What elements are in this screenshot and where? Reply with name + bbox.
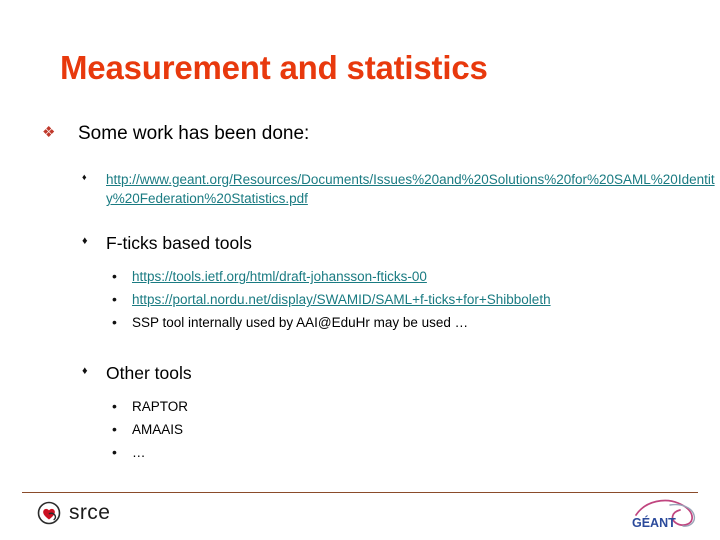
list-item-geant-pdf-link: ♦ http://www.geant.org/Resources/Documen…	[0, 170, 720, 208]
geant-logo-label: GÉANT	[632, 515, 676, 530]
small-diamond-bullet-icon: ♦	[82, 235, 88, 248]
other-tools-sublist: • RAPTOR • AMAAIS • …	[0, 398, 720, 462]
list-item-fticks-heading: ♦ F-ticks based tools	[0, 232, 720, 254]
link-geant-statistics-pdf[interactable]: http://www.geant.org/Resources/Documents…	[106, 172, 715, 206]
geant-logo: GÉANT	[630, 497, 702, 535]
dot-bullet-icon: •	[112, 314, 117, 331]
dot-bullet-icon: •	[112, 268, 117, 285]
srce-logo-label: srce	[69, 501, 111, 524]
list-item: • https://portal.nordu.net/display/SWAMI…	[0, 291, 720, 309]
link-ietf-draft-fticks[interactable]: https://tools.ietf.org/html/draft-johans…	[132, 269, 427, 284]
list-item-label-ssp-tool: SSP tool internally used by AAI@EduHr ma…	[132, 315, 469, 331]
list-item: • RAPTOR	[0, 398, 720, 416]
dot-bullet-icon: •	[112, 291, 117, 308]
list-item-other-tools-heading: ♦ Other tools	[0, 362, 720, 384]
bullet-level1-label: Some work has been done:	[78, 123, 310, 144]
slide-canvas: Measurement and statistics ❖ Some work h…	[0, 0, 720, 540]
page-title: Measurement and statistics	[60, 49, 488, 86]
list-item-label-ellipsis: …	[132, 444, 146, 460]
list-item: • AMAAIS	[0, 421, 720, 439]
small-diamond-bullet-icon: ♦	[82, 171, 87, 182]
link-nordu-swamid-fticks[interactable]: https://portal.nordu.net/display/SWAMID/…	[132, 292, 551, 307]
list-item-label-raptor: RAPTOR	[132, 398, 189, 414]
fticks-heading-label: F-ticks based tools	[106, 233, 252, 254]
dot-bullet-icon: •	[112, 420, 117, 437]
list-item-label-amaais: AMAAIS	[132, 421, 184, 437]
slide-body: ❖ Some work has been done: ♦ http://www.…	[0, 122, 720, 467]
dot-bullet-icon: •	[112, 443, 117, 460]
list-item: • …	[0, 444, 720, 462]
fticks-sublist: • https://tools.ietf.org/html/draft-joha…	[0, 268, 720, 332]
dot-bullet-icon: •	[112, 397, 117, 414]
diamond-bullet-icon: ❖	[42, 124, 56, 141]
other-tools-heading-label: Other tools	[106, 363, 192, 384]
srce-heart-circle-icon	[36, 500, 62, 526]
footer-divider	[22, 492, 698, 493]
list-item: • SSP tool internally used by AAI@EduHr …	[0, 314, 720, 332]
small-diamond-bullet-icon: ♦	[82, 365, 88, 378]
list-item: • https://tools.ietf.org/html/draft-joha…	[0, 268, 720, 286]
bullet-level1-some-work: ❖ Some work has been done:	[0, 122, 720, 146]
srce-logo: srce	[36, 500, 110, 526]
